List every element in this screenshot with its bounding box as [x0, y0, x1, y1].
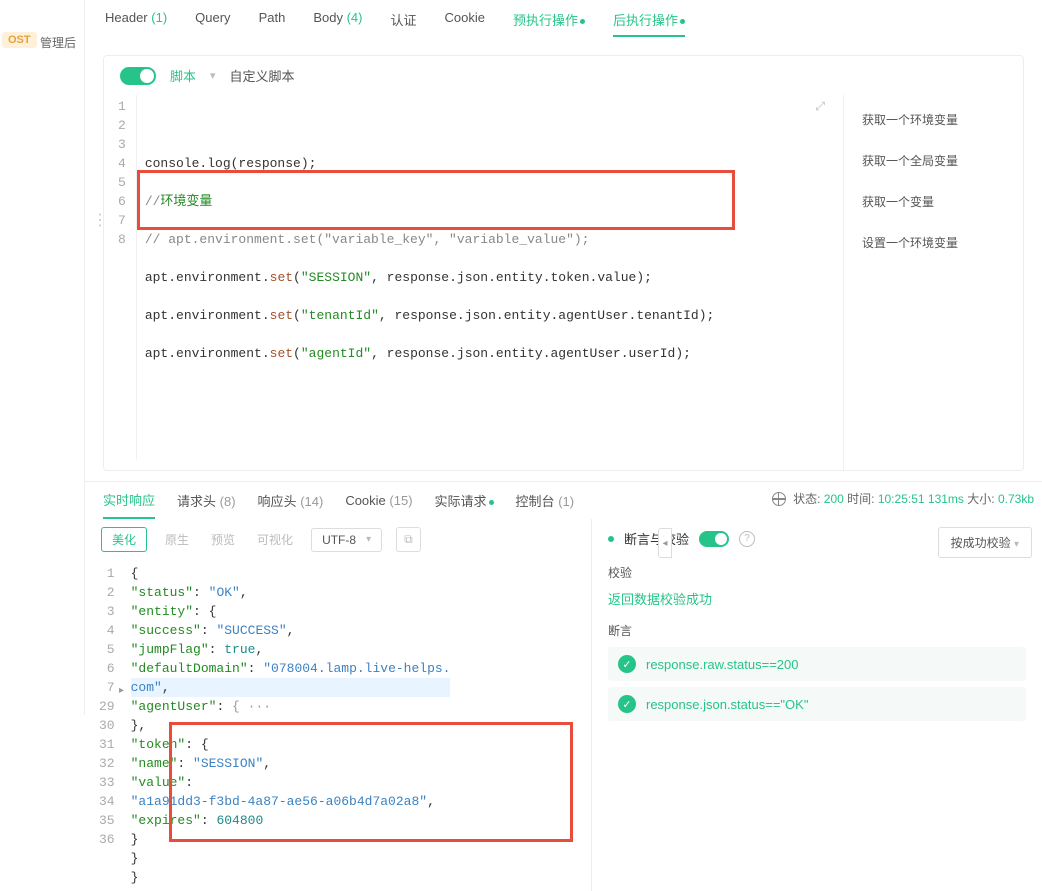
response-tabs: 实时响应 请求头 (8) 响应头 (14) Cookie (15) 实际请求 控…: [85, 481, 1042, 519]
chevron-down-icon[interactable]: ▾: [210, 69, 216, 82]
tab-path[interactable]: Path: [259, 10, 286, 37]
script-name: 自定义脚本: [230, 66, 295, 85]
assert-item: ✓response.json.status=="OK": [608, 687, 1026, 721]
script-label: 脚本: [170, 66, 196, 85]
code-gutter: 12345678: [114, 95, 137, 460]
expand-icon[interactable]: ⤢: [815, 99, 825, 114]
encoding-select[interactable]: UTF-8 ▾: [311, 528, 382, 552]
check-icon: ✓: [618, 695, 636, 713]
json-viewer[interactable]: 1234567▸2930313233343536 { "status": "OK…: [85, 560, 591, 891]
resp-tab-resp-headers[interactable]: 响应头 (14): [258, 491, 324, 518]
check-icon: ✓: [618, 655, 636, 673]
resp-tab-req-headers[interactable]: 请求头 (8): [177, 491, 236, 518]
panel-collapse-handle[interactable]: ◂: [658, 528, 672, 558]
resp-tab-actual-request[interactable]: 实际请求: [435, 491, 494, 518]
tab-post-script[interactable]: 后执行操作: [613, 10, 685, 37]
snippet-item[interactable]: 获取一个全局变量: [844, 140, 1023, 181]
tab-cookie[interactable]: Cookie: [444, 10, 484, 37]
help-icon[interactable]: ?: [739, 531, 755, 547]
globe-icon: [772, 492, 786, 506]
tab-title-fragment: 管理后: [40, 34, 76, 51]
section-assert: 断言: [608, 622, 1026, 639]
tab-auth[interactable]: 认证: [390, 10, 416, 37]
tab-pre-script[interactable]: 预执行操作: [513, 10, 585, 37]
section-validate: 校验: [608, 564, 1026, 581]
json-lines: { "status": "OK", "entity": { "success":…: [125, 564, 451, 887]
response-meta: 状态: 200 时间: 10:25:51 131ms 大小: 0.73kb: [772, 490, 1034, 507]
view-pretty[interactable]: 美化: [101, 527, 147, 552]
view-raw[interactable]: 原生: [161, 527, 193, 552]
view-preview[interactable]: 预览: [207, 527, 239, 552]
snippet-list: 获取一个环境变量 获取一个全局变量 获取一个变量 设置一个环境变量: [843, 95, 1023, 470]
assert-item: ✓response.raw.status==200: [608, 647, 1026, 681]
script-enable-toggle[interactable]: [120, 67, 156, 85]
fold-icon[interactable]: ▸: [119, 682, 124, 701]
code-editor[interactable]: 12345678 console.log(response); //环境变量 /…: [114, 95, 833, 460]
validate-mode-select[interactable]: 按成功校验 ▾: [938, 527, 1032, 558]
status-dot-icon: [608, 536, 614, 542]
json-gutter: 1234567▸2930313233343536: [95, 564, 125, 887]
resp-tab-realtime[interactable]: 实时响应: [103, 490, 155, 519]
tab-body[interactable]: Body (4): [313, 10, 362, 37]
validate-success: 返回数据校验成功: [608, 589, 1026, 608]
method-badge: OST: [2, 32, 37, 48]
snippet-item[interactable]: 设置一个环境变量: [844, 222, 1023, 263]
assert-title: 断言与校验: [624, 529, 689, 548]
snippet-item[interactable]: 获取一个变量: [844, 181, 1023, 222]
copy-icon[interactable]: ⧉: [396, 527, 421, 552]
assert-toggle[interactable]: [699, 531, 729, 547]
snippet-item[interactable]: 获取一个环境变量: [844, 99, 1023, 140]
resp-tab-cookie[interactable]: Cookie (15): [345, 493, 412, 516]
tab-header[interactable]: Header (1): [105, 10, 167, 37]
view-visualize[interactable]: 可视化: [253, 527, 297, 552]
request-tabs: Header (1) Query Path Body (4) 认证 Cookie…: [85, 0, 1042, 45]
code-lines[interactable]: console.log(response); //环境变量 // apt.env…: [137, 95, 715, 460]
tab-query[interactable]: Query: [195, 10, 230, 37]
resp-tab-console[interactable]: 控制台 (1): [516, 491, 575, 518]
chevron-down-icon: ▾: [366, 534, 371, 545]
